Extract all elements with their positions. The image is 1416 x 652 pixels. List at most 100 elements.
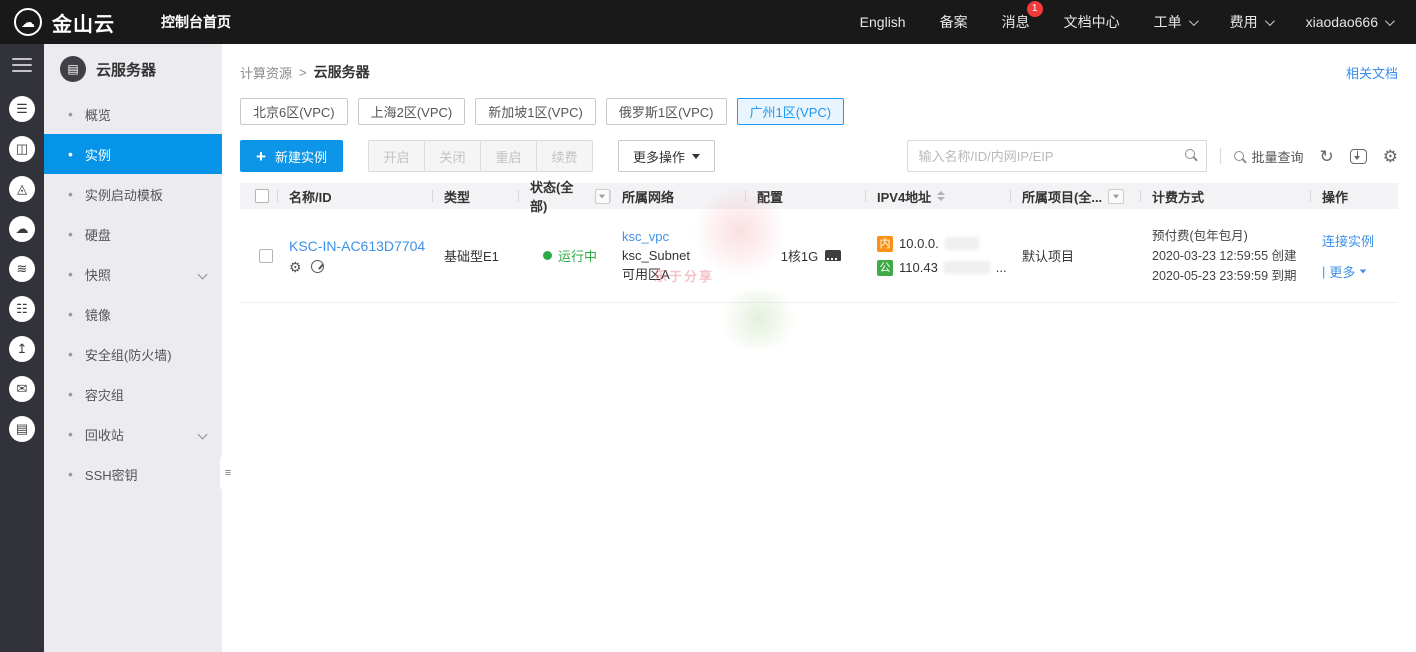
caret-down-icon — [692, 154, 700, 159]
topnav-account[interactable]: xiaodao666 — [1306, 14, 1392, 30]
topnav-icp-filing[interactable]: 备案 — [940, 12, 968, 32]
product-icon-rail: ☰ ◫ ◬ ☁ ≋ ☷ ↥ ✉ ▤ — [0, 44, 44, 652]
layers-icon[interactable]: ☷ — [9, 296, 35, 322]
redacted-ip-blur — [945, 237, 979, 250]
search-zone: 批量查询 ↻ ⚙ — [907, 140, 1398, 172]
gear-icon[interactable]: ⚙ — [1383, 148, 1398, 165]
redacted-ip-blur — [944, 261, 990, 274]
select-all-checkbox[interactable] — [255, 189, 269, 203]
brand-title: 金山云 — [52, 8, 115, 37]
page-title: 云服务器 — [314, 62, 370, 82]
region-tab-russia1[interactable]: 俄罗斯1区(VPC) — [606, 98, 727, 125]
network-icon[interactable]: ◫ — [9, 136, 35, 162]
cluster-icon[interactable]: ◬ — [9, 176, 35, 202]
sidebar-item-disks[interactable]: •硬盘 — [44, 214, 222, 254]
create-instance-button[interactable]: + 新建实例 — [240, 140, 343, 172]
project-filter-dropdown[interactable] — [1108, 189, 1124, 204]
instance-action-group: 开启 关闭 重启 续费 — [368, 140, 593, 172]
instance-name-link[interactable]: KSC-IN-AC613D7704 — [289, 238, 425, 254]
connect-instance-link[interactable]: 连接实例 — [1322, 231, 1374, 250]
start-button[interactable]: 开启 — [368, 140, 425, 172]
region-tabs: 北京6区(VPC) 上海2区(VPC) 新加坡1区(VPC) 俄罗斯1区(VPC… — [240, 98, 1398, 125]
topnav-english[interactable]: English — [860, 14, 906, 30]
public-ip: 110.43 — [899, 259, 938, 277]
sidebar-item-instances[interactable]: •实例 — [44, 134, 222, 174]
chevron-down-icon — [1189, 16, 1199, 26]
sort-icon[interactable] — [937, 191, 945, 201]
row-checkbox[interactable] — [259, 249, 273, 263]
database-icon[interactable]: ≋ — [9, 256, 35, 282]
cloud-glyph: ☁ — [21, 14, 35, 31]
public-ip-badge: 公 — [877, 260, 893, 276]
topnav-tickets[interactable]: 工单 — [1154, 12, 1196, 32]
breadcrumb-parent[interactable]: 计算资源 — [240, 63, 292, 82]
header-ipv4: IPV4地址 — [865, 187, 1010, 206]
private-ip-badge: 内 — [877, 236, 893, 252]
batch-query-button[interactable]: 批量查询 — [1234, 147, 1303, 166]
all-products-menu-icon[interactable] — [12, 58, 32, 72]
message-count-badge: 1 — [1027, 1, 1043, 17]
search-box — [907, 140, 1207, 172]
sidebar-item-overview[interactable]: •概览 — [44, 94, 222, 134]
sidebar-item-security-groups[interactable]: •安全组(防火墙) — [44, 334, 222, 374]
monitor-gauge-icon[interactable] — [311, 260, 324, 273]
more-actions-button[interactable]: 更多操作 — [618, 140, 715, 172]
header-actions: 操作 — [1310, 187, 1398, 206]
private-ip-line: 内 10.0.0. — [877, 235, 979, 253]
table-row: KSC-IN-AC613D7704 ⚙ 基础型E1 运行中 ksc_vpc ks… — [240, 209, 1398, 303]
related-docs-link[interactable]: 相关文档 — [1346, 63, 1398, 82]
sidebar-item-recycle-bin[interactable]: •回收站 — [44, 414, 222, 454]
sidebar-item-launch-templates[interactable]: •实例启动模板 — [44, 174, 222, 214]
export-icon[interactable] — [1350, 149, 1367, 164]
vpc-link[interactable]: ksc_vpc — [622, 227, 669, 246]
plus-icon: + — [256, 148, 266, 165]
document-card-icon[interactable]: ▤ — [9, 416, 35, 442]
billing-mode: 预付费(包年包月) — [1152, 226, 1248, 246]
message-icon[interactable]: ✉ — [9, 376, 35, 402]
search-input[interactable] — [907, 140, 1207, 172]
breadcrumb-separator: > — [299, 65, 307, 80]
sidebar-item-images[interactable]: •镜像 — [44, 294, 222, 334]
row-more-actions[interactable]: | 更多 — [1322, 262, 1367, 281]
status-running-dot-icon — [543, 251, 552, 260]
region-tab-beijing6[interactable]: 北京6区(VPC) — [240, 98, 348, 125]
header-billing: 计费方式 — [1140, 187, 1310, 206]
status-filter-dropdown[interactable] — [595, 189, 611, 204]
sidebar-title: 云服务器 — [96, 59, 156, 80]
header-network: 所属网络 — [610, 187, 745, 206]
header-name-id: 名称/ID — [277, 187, 432, 206]
gear-icon[interactable]: ⚙ — [289, 260, 302, 274]
expire-time: 2020-05-23 23:59:59 到期 — [1152, 266, 1297, 286]
header-project: 所属项目(全... — [1010, 187, 1140, 206]
renew-button[interactable]: 续费 — [536, 140, 593, 172]
region-tab-shanghai2[interactable]: 上海2区(VPC) — [358, 98, 466, 125]
divider — [1220, 148, 1221, 164]
region-tab-guangzhou1[interactable]: 广州1区(VPC) — [737, 98, 845, 125]
console-home-link[interactable]: 控制台首页 — [161, 12, 231, 32]
sidebar-collapse-handle[interactable]: ≡ — [220, 450, 236, 496]
sidebar-header: ▤ 云服务器 — [44, 44, 222, 94]
cloud-disk-icon[interactable]: ☁ — [9, 216, 35, 242]
topnav-billing[interactable]: 费用 — [1230, 12, 1272, 32]
product-sidebar: ▤ 云服务器 •概览 •实例 •实例启动模板 •硬盘 •快照 •镜像 •安全组(… — [44, 44, 222, 652]
reboot-button[interactable]: 重启 — [480, 140, 537, 172]
search-icon[interactable] — [1185, 149, 1195, 159]
instance-config: 1核1G — [781, 246, 819, 265]
shutdown-button[interactable]: 关闭 — [424, 140, 481, 172]
topnav-messages[interactable]: 消息 1 — [1002, 12, 1030, 32]
refresh-icon[interactable]: ↻ — [1320, 148, 1334, 165]
sidebar-item-snapshots[interactable]: •快照 — [44, 254, 222, 294]
header-status: 状态(全部) — [518, 177, 610, 215]
topnav-docs-center[interactable]: 文档中心 — [1064, 12, 1120, 32]
topbar: ☁ 金山云 控制台首页 English 备案 消息 1 文档中心 工单 费用 x… — [0, 0, 1416, 44]
chevron-down-icon — [198, 429, 208, 439]
cloud-server-icon: ▤ — [60, 56, 86, 82]
instance-type: 基础型E1 — [444, 246, 499, 265]
server-icon[interactable]: ☰ — [9, 96, 35, 122]
toolbar: + 新建实例 开启 关闭 重启 续费 更多操作 批量查询 ↻ ⚙ — [240, 140, 1398, 172]
caret-down-icon — [1113, 194, 1119, 198]
sidebar-item-ssh-keys[interactable]: •SSH密钥 — [44, 454, 222, 494]
region-tab-singapore1[interactable]: 新加坡1区(VPC) — [475, 98, 596, 125]
sidebar-item-disaster-recovery[interactable]: •容灾组 — [44, 374, 222, 414]
cloud-upload-icon[interactable]: ↥ — [9, 336, 35, 362]
